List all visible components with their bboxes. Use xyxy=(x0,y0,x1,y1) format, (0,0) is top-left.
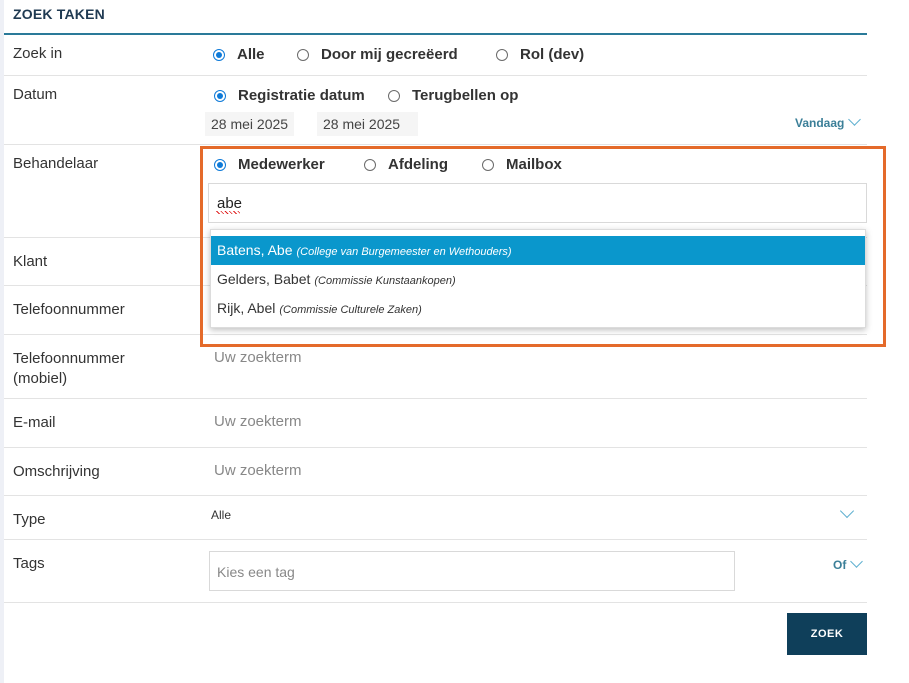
zoek-in-label: Zoek in xyxy=(13,45,63,62)
email-label: E-mail xyxy=(13,414,56,431)
klant-label: Klant xyxy=(13,253,48,270)
type-label: Type xyxy=(13,511,46,528)
behandelaar-label: Behandelaar xyxy=(13,155,99,172)
zoek-button[interactable]: ZOEK xyxy=(787,613,867,655)
tags-placeholder: Kies een tag xyxy=(217,564,295,580)
date-from-input[interactable]: 28 mei 2025 xyxy=(205,112,295,136)
radio-label: Rol (dev) xyxy=(520,46,585,63)
radio-button-icon xyxy=(297,48,309,61)
type-dropdown-toggle[interactable] xyxy=(836,503,855,524)
datum-label: Datum xyxy=(13,86,58,103)
telefoonnummer-mobiel-input[interactable]: Uw zoekterm xyxy=(214,349,302,366)
radio-button-icon xyxy=(213,48,225,61)
row-divider xyxy=(4,447,867,448)
radio-zoek-in-rol[interactable]: Rol (dev) xyxy=(496,46,584,63)
radio-label: Terugbellen op xyxy=(412,87,519,104)
label-line: Telefoonnummer xyxy=(13,350,125,367)
label-line: (mobiel) xyxy=(13,370,68,387)
date-preset-dropdown[interactable]: Vandaag xyxy=(795,113,862,130)
radio-registratie-datum[interactable]: Registratie datum xyxy=(214,87,365,104)
chevron-down-icon xyxy=(850,555,864,568)
tags-operator-label: Of xyxy=(833,558,847,572)
radio-terugbellen-op[interactable]: Terugbellen op xyxy=(388,87,518,104)
row-divider xyxy=(4,75,867,76)
omschrijving-input[interactable]: Uw zoekterm xyxy=(214,462,302,479)
radio-button-icon xyxy=(388,89,400,102)
omschrijving-label: Omschrijving xyxy=(13,463,100,480)
page-title: ZOEK TAKEN xyxy=(13,6,105,22)
radio-label: Door mij gecreëerd xyxy=(321,46,458,63)
telefoonnummer-label: Telefoonnummer xyxy=(13,301,125,318)
row-divider xyxy=(4,495,867,496)
row-divider xyxy=(4,602,867,603)
radio-button-icon xyxy=(496,48,508,61)
title-divider xyxy=(4,33,867,35)
telefoonnummer-mobiel-label: Telefoonnummer (mobiel) xyxy=(13,349,125,389)
tags-label: Tags xyxy=(13,555,45,572)
chevron-down-icon xyxy=(848,113,862,126)
date-preset-label: Vandaag xyxy=(795,116,845,130)
radio-zoek-in-door-mij-gecreeerd[interactable]: Door mij gecreëerd xyxy=(297,46,458,63)
radio-button-icon xyxy=(214,89,226,102)
email-input[interactable]: Uw zoekterm xyxy=(214,413,302,430)
radio-label: Alle xyxy=(237,46,265,63)
highlight-frame xyxy=(200,146,886,347)
left-border xyxy=(0,0,4,683)
tags-operator-dropdown[interactable]: Of xyxy=(833,555,864,572)
radio-label: Registratie datum xyxy=(238,87,365,104)
chevron-down-icon xyxy=(839,503,855,519)
type-select[interactable]: Alle xyxy=(211,508,231,522)
row-divider xyxy=(4,144,867,145)
date-to-input[interactable]: 28 mei 2025 xyxy=(317,112,419,136)
row-divider xyxy=(4,398,867,399)
radio-zoek-in-alle[interactable]: Alle xyxy=(213,46,265,63)
tags-input[interactable]: Kies een tag xyxy=(209,551,735,591)
row-divider xyxy=(4,539,867,540)
